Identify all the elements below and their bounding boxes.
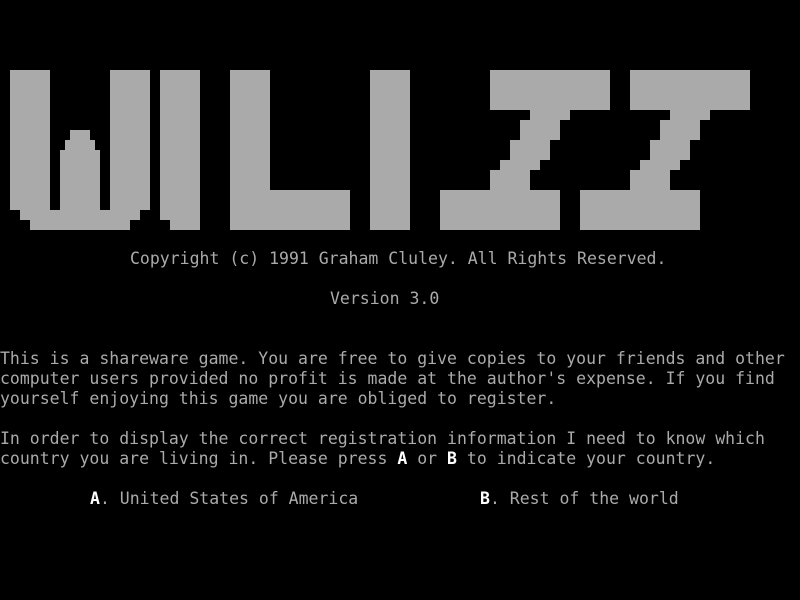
instruction-text-after: to indicate your country. bbox=[456, 449, 716, 468]
instruction-line-1: In order to display the correct registra… bbox=[0, 429, 765, 448]
key-a-hint: A bbox=[397, 449, 408, 468]
copyright-text: Copyright (c) 1991 Graham Cluley. All Ri… bbox=[130, 249, 667, 268]
intro-line-2: computer users provided no profit is mad… bbox=[0, 369, 775, 388]
game-logo bbox=[10, 70, 750, 230]
option-b-label: . Rest of the world bbox=[489, 489, 679, 508]
instruction-text-or: or bbox=[407, 449, 448, 468]
option-rest-of-world[interactable]: B. Rest of the world bbox=[480, 489, 679, 509]
intro-line-3: yourself enjoying this game you are obli… bbox=[0, 389, 557, 408]
option-usa[interactable]: A. United States of America bbox=[90, 489, 358, 509]
option-b-key: B bbox=[480, 489, 490, 508]
instruction-line-2: country you are living in. Please press … bbox=[0, 449, 715, 469]
logo-letter-l bbox=[230, 70, 350, 230]
intro-line-1: This is a shareware game. You are free t… bbox=[0, 349, 785, 368]
option-a-label: . United States of America bbox=[99, 489, 359, 508]
logo-letter-i bbox=[160, 70, 200, 230]
logo-letter-f bbox=[370, 70, 410, 230]
version-text: Version 3.0 bbox=[330, 289, 440, 308]
option-a-key: A bbox=[90, 489, 100, 508]
instruction-text-before: country you are living in. Please press bbox=[0, 449, 398, 468]
key-b-hint: B bbox=[447, 449, 457, 468]
logo-letter-w bbox=[10, 70, 150, 230]
